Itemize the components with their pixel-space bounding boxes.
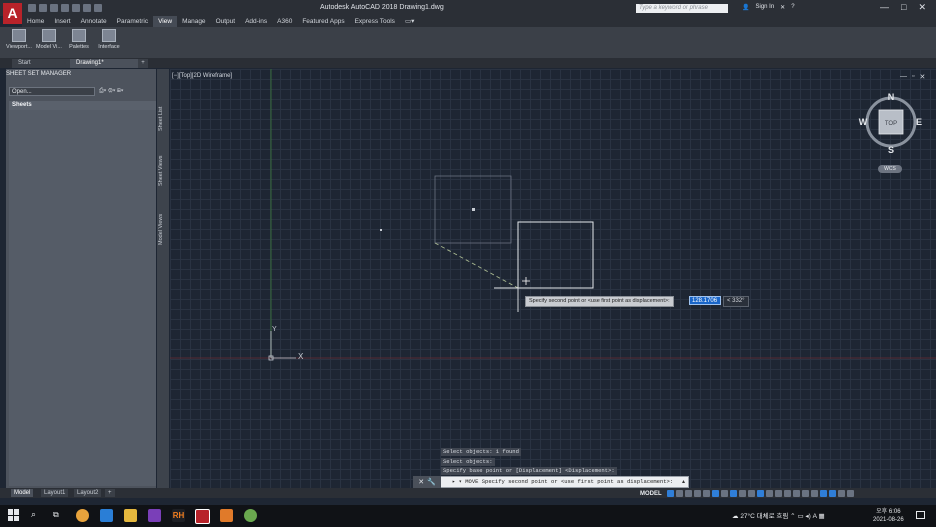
units-icon[interactable] <box>801 490 809 497</box>
viewport-restore-button[interactable]: ▫ <box>912 73 914 81</box>
task-view-icon[interactable]: ⧉ <box>53 510 59 520</box>
viewport-controls-label[interactable]: [−][Top][2D Wireframe] <box>172 73 232 79</box>
ucs-x-label: X <box>298 352 304 361</box>
snap-icon[interactable] <box>675 490 683 497</box>
isolate-objects-icon[interactable] <box>819 490 827 497</box>
viewport-close-button[interactable]: ✕ <box>919 73 925 81</box>
visual-studio-icon[interactable] <box>148 509 161 522</box>
annotation-visibility-icon[interactable] <box>756 490 764 497</box>
ucs-menu[interactable]: WCS <box>878 165 902 173</box>
command-history-line: Select objects: 1 found <box>441 448 521 456</box>
notifications-icon[interactable] <box>916 511 925 519</box>
osnap-tracking-icon[interactable] <box>711 490 719 497</box>
search-icon[interactable]: ⌕ <box>31 509 36 520</box>
graphics-performance-icon[interactable] <box>828 490 836 497</box>
dynamic-input-prompt: Specify second point or <use first point… <box>525 296 674 307</box>
volume-icon[interactable]: ◂) <box>805 513 810 520</box>
model-space-toggle[interactable]: MODEL <box>640 491 662 497</box>
tab-layout1[interactable]: Layout1 <box>41 489 69 497</box>
point-marker <box>380 229 382 231</box>
chrome-icon[interactable] <box>76 509 89 522</box>
autocad-taskbar-icon[interactable] <box>195 509 210 524</box>
drawing-geometry: Y X <box>170 69 936 361</box>
system-tray: ☁ 27°C 대체로 흐림 ⌃ ▭ ◂) A ▦ <box>732 510 825 520</box>
ucs-y-label: Y <box>272 326 277 333</box>
quick-properties-icon[interactable] <box>810 490 818 497</box>
windows-start-icon[interactable] <box>8 509 20 521</box>
displacement-line <box>434 242 519 289</box>
ime-icon[interactable]: ▦ <box>818 513 824 520</box>
new-layout-button[interactable]: + <box>105 489 115 497</box>
annotation-scale-icon[interactable] <box>774 490 782 497</box>
rhino-icon[interactable]: RH <box>172 509 185 522</box>
moved-rectangle <box>517 221 594 289</box>
svg-text:W: W <box>859 117 868 127</box>
lineweight-icon[interactable] <box>738 490 746 497</box>
command-line-controls: ✕ 🔧 <box>413 476 441 488</box>
clock-time: 오후 6:06 <box>876 509 901 515</box>
command-history-toggle-icon[interactable]: ▴ <box>682 478 685 485</box>
clean-screen-icon[interactable] <box>837 490 845 497</box>
tab-model[interactable]: Model <box>11 489 34 497</box>
polar-icon[interactable] <box>693 490 701 497</box>
osnap-icon[interactable] <box>720 490 728 497</box>
annotation-monitor-icon[interactable] <box>792 490 800 497</box>
file-explorer-icon[interactable] <box>124 509 137 522</box>
command-history-line: Select objects: <box>441 458 495 466</box>
close-command-icon[interactable]: ✕ <box>418 478 424 486</box>
customization-icon[interactable] <box>846 490 854 497</box>
isodraft-icon[interactable] <box>702 490 710 497</box>
grid-icon[interactable] <box>666 490 674 497</box>
vscode-icon[interactable] <box>100 509 113 522</box>
tab-layout2[interactable]: Layout2 <box>74 489 102 497</box>
svg-text:E: E <box>916 117 922 127</box>
base-point-marker <box>472 208 475 211</box>
viewcube[interactable]: TOP N S W E <box>858 91 924 157</box>
ortho-icon[interactable] <box>684 490 692 497</box>
dynamic-ucs-icon[interactable] <box>729 490 737 497</box>
greenshot-icon[interactable] <box>244 509 257 522</box>
weather-text[interactable]: 27°C 대체로 흐림 <box>740 513 788 520</box>
tray-chevron-icon[interactable]: ⌃ <box>790 513 795 520</box>
viewport-window-controls: — ▫ ✕ <box>900 73 925 81</box>
dynamic-angle-input[interactable]: < 332° <box>723 296 749 307</box>
weather-icon[interactable]: ☁ <box>732 513 739 520</box>
network-icon[interactable]: ▭ <box>797 513 803 520</box>
app-icon[interactable] <box>220 509 233 522</box>
taskbar-clock[interactable]: 오후 6:06 2021-08-26 <box>873 508 904 524</box>
ucs-icon: Y X <box>268 326 304 361</box>
input-language[interactable]: A <box>813 513 817 520</box>
workspace-icon[interactable] <box>783 490 791 497</box>
command-prompt-text: ▸ ▾ MOVE Specify second point or <use fi… <box>452 478 674 485</box>
status-bar: MODEL <box>640 489 936 498</box>
move-cursor-icon <box>522 277 530 285</box>
auto-scale-icon[interactable] <box>765 490 773 497</box>
clock-date: 2021-08-26 <box>873 517 904 523</box>
command-history-line: Specify base point or [Displacement] <Di… <box>441 467 617 475</box>
transparency-icon[interactable] <box>747 490 755 497</box>
viewport-minimize-button[interactable]: — <box>900 73 907 81</box>
svg-text:N: N <box>888 92 895 102</box>
svg-text:TOP: TOP <box>885 121 897 127</box>
svg-text:S: S <box>888 145 894 155</box>
customize-command-icon[interactable]: 🔧 <box>427 478 436 486</box>
dynamic-distance-input[interactable]: 128.1706 <box>689 296 721 305</box>
